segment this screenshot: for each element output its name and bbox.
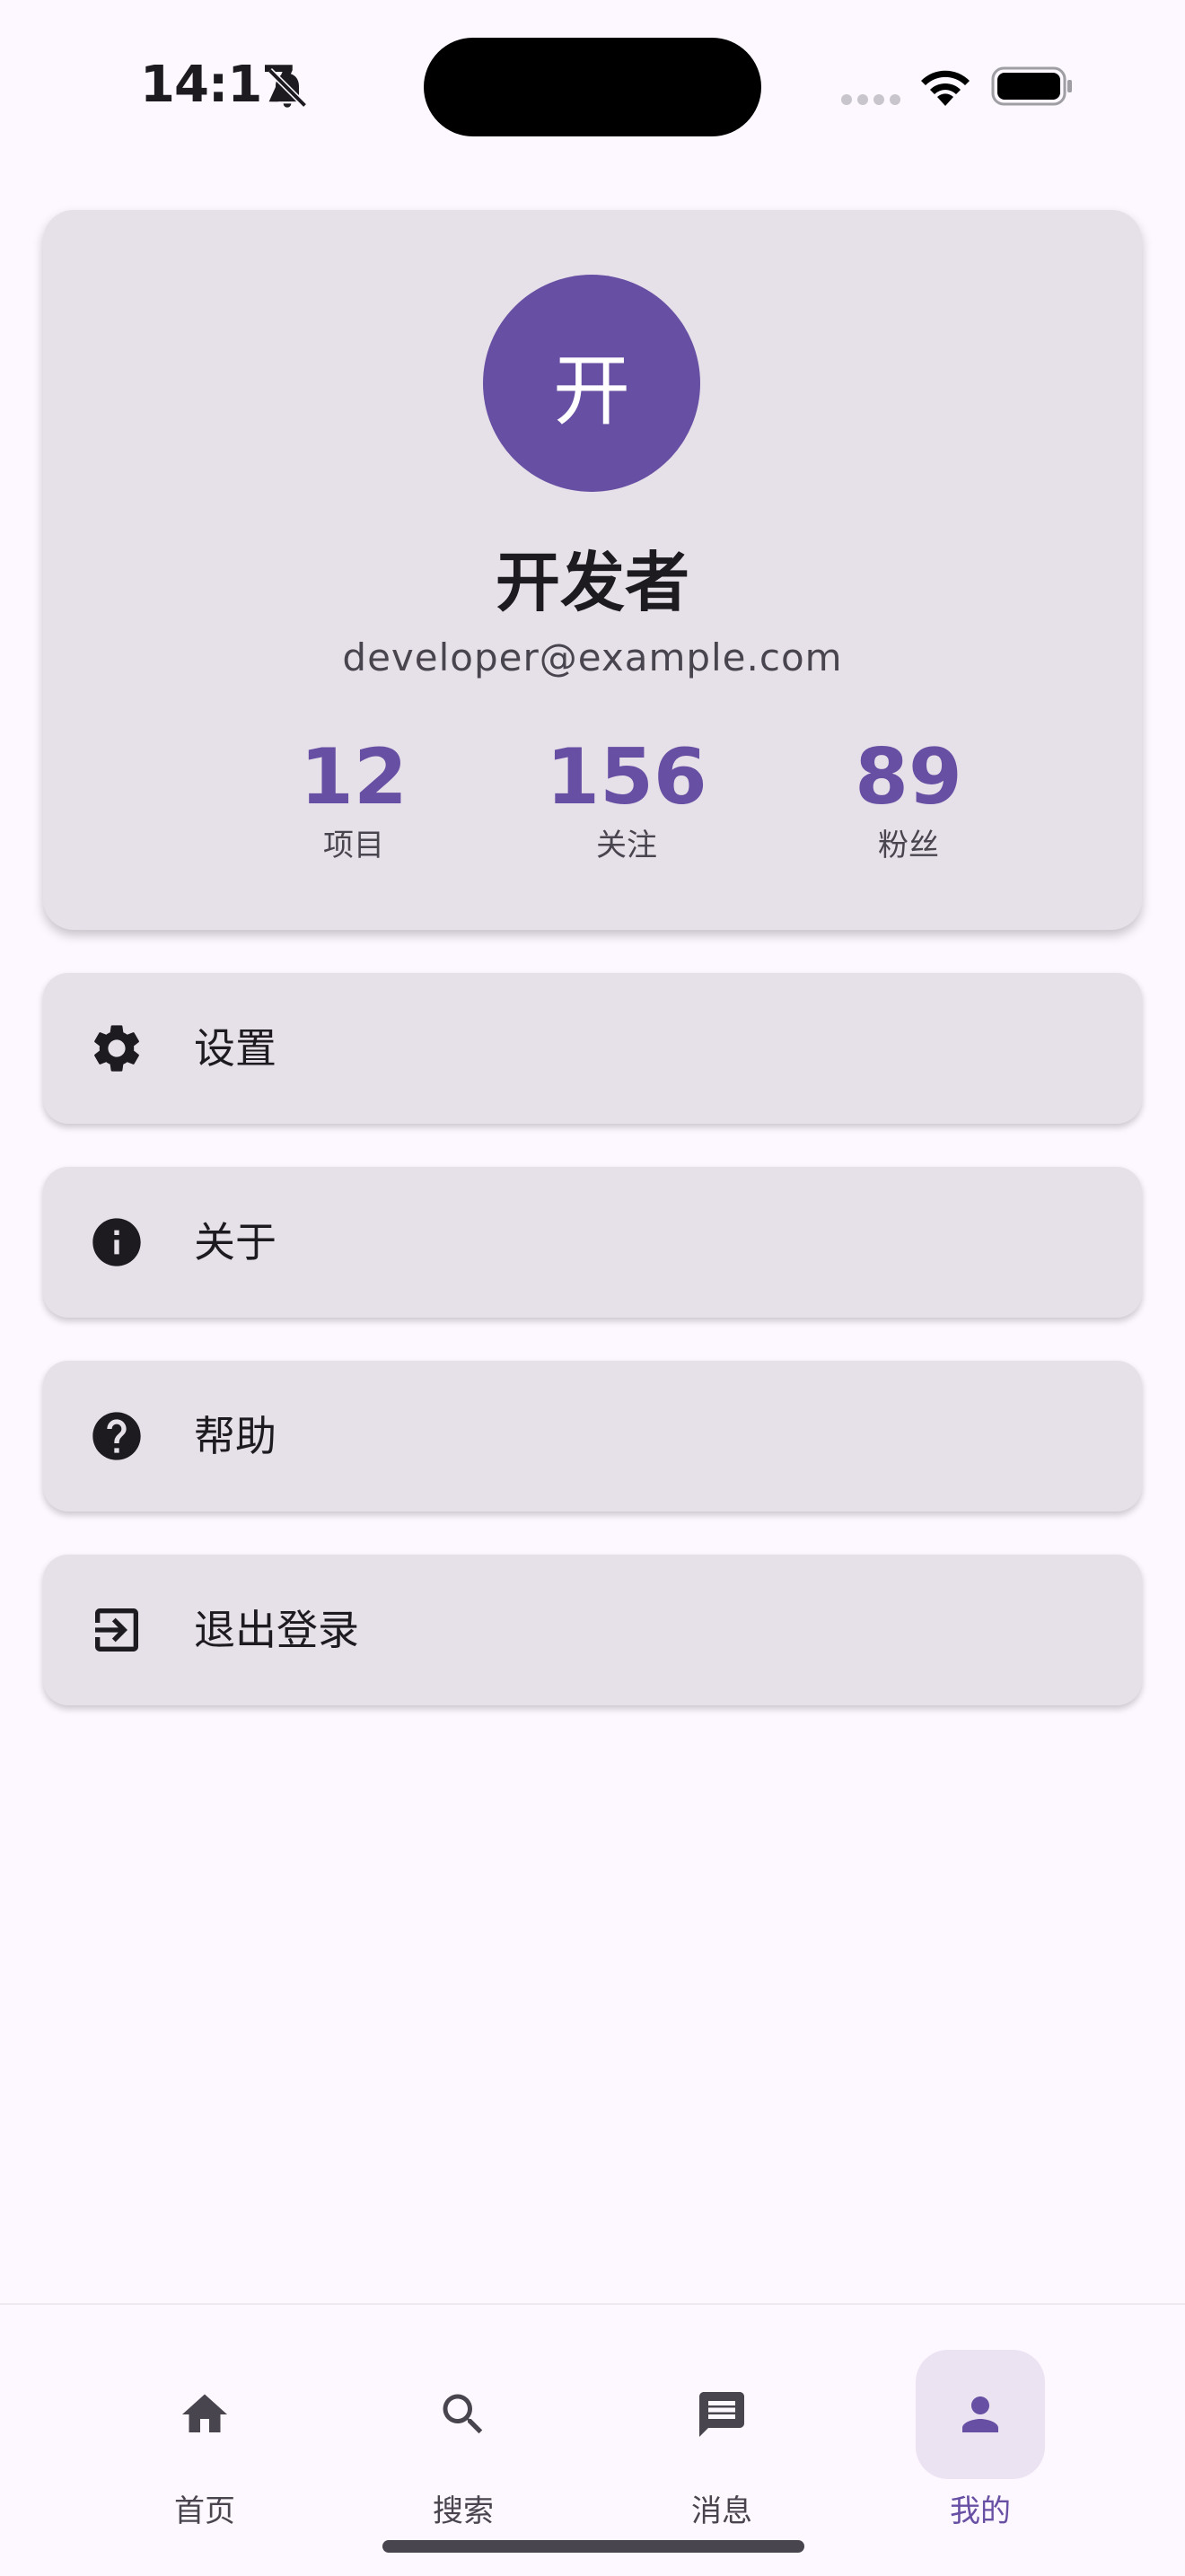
logout-icon — [95, 1608, 138, 1652]
help-icon — [92, 1412, 141, 1460]
nav-item-profile[interactable]: 我的 — [882, 2305, 1079, 2529]
bottom-navigation: 首页 搜索 消息 我的 — [0, 2303, 1185, 2576]
nav-item-home[interactable]: 首页 — [106, 2305, 303, 2529]
search-icon — [443, 2394, 483, 2434]
home-indicator[interactable] — [382, 2540, 804, 2553]
stat-projects[interactable]: 12 项目 — [237, 731, 470, 867]
home-icon — [182, 2394, 227, 2432]
nav-label: 搜索 — [433, 2493, 494, 2529]
dynamic-island — [424, 38, 761, 136]
signal-icon — [841, 94, 900, 105]
stat-following[interactable]: 156 关注 — [510, 731, 743, 867]
menu-label: 设置 — [194, 1024, 276, 1073]
stat-label: 关注 — [596, 828, 657, 863]
profile-card: 开 开发者 developer@example.com 12 项目 156 关注… — [43, 210, 1142, 930]
info-icon — [92, 1218, 141, 1266]
stat-value: 12 — [300, 732, 408, 822]
profile-email: developer@example.com — [342, 635, 843, 679]
message-icon — [699, 2392, 744, 2437]
menu-item-about[interactable]: 关于 — [43, 1167, 1142, 1318]
menu-label: 帮助 — [194, 1412, 276, 1460]
nav-label: 我的 — [950, 2493, 1011, 2529]
profile-name: 开发者 — [495, 545, 689, 620]
person-icon — [962, 2396, 998, 2432]
menu-label: 关于 — [194, 1218, 276, 1266]
stat-label: 项目 — [323, 828, 384, 863]
nav-label: 消息 — [691, 2493, 752, 2529]
stat-value: 89 — [855, 732, 962, 822]
stat-label: 粉丝 — [878, 828, 939, 863]
menu-label: 退出登录 — [194, 1606, 359, 1654]
avatar[interactable]: 开 — [483, 275, 700, 492]
stat-followers[interactable]: 89 粉丝 — [792, 731, 1025, 867]
menu-item-logout[interactable]: 退出登录 — [43, 1555, 1142, 1705]
bell-off-icon — [268, 68, 307, 108]
battery-icon — [991, 66, 1072, 106]
stat-value: 156 — [546, 732, 707, 822]
gear-icon — [94, 1025, 139, 1072]
nav-item-search[interactable]: 搜索 — [364, 2305, 562, 2529]
menu-item-settings[interactable]: 设置 — [43, 973, 1142, 1124]
wifi-icon — [921, 70, 970, 106]
nav-label: 首页 — [174, 2493, 235, 2529]
nav-item-messages[interactable]: 消息 — [623, 2305, 821, 2529]
menu-item-help[interactable]: 帮助 — [43, 1361, 1142, 1511]
